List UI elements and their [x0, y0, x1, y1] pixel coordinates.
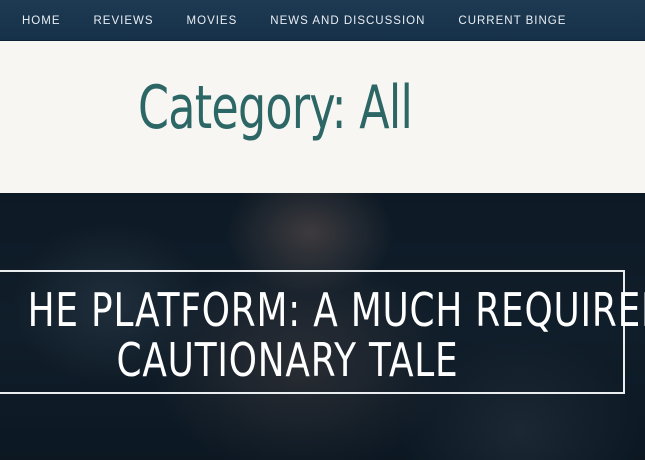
nav-current-binge[interactable]: CURRENT BINGE: [458, 15, 566, 27]
featured-post[interactable]: HE PLATFORM: A MUCH REQUIRED CAUTIONARY …: [0, 193, 645, 460]
nav-news-and-discussion[interactable]: NEWS AND DISCUSSION: [270, 15, 425, 27]
featured-title-line-2[interactable]: CAUTIONARY TALE: [63, 335, 512, 385]
nav-list: HOME REVIEWS MOVIES NEWS AND DISCUSSION …: [0, 11, 599, 29]
top-navigation: HOME REVIEWS MOVIES NEWS AND DISCUSSION …: [0, 0, 645, 41]
nav-reviews[interactable]: REVIEWS: [94, 15, 154, 27]
page-title: Category: All: [138, 73, 413, 143]
featured-title-line-1[interactable]: HE PLATFORM: A MUCH REQUIRED: [28, 285, 645, 335]
nav-home[interactable]: HOME: [22, 15, 61, 27]
nav-movies[interactable]: MOVIES: [187, 15, 238, 27]
featured-post-title[interactable]: HE PLATFORM: A MUCH REQUIRED CAUTIONARY …: [0, 285, 645, 385]
